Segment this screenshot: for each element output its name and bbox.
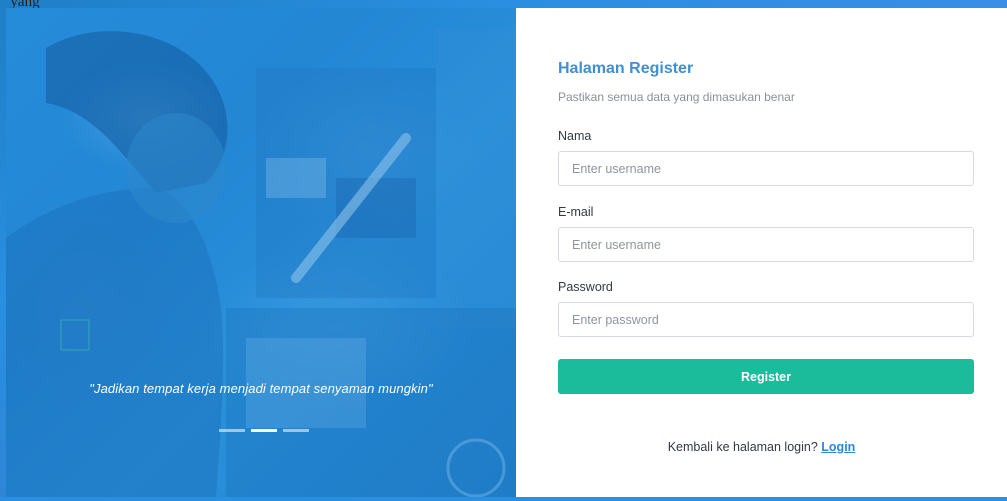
carousel-indicator-1[interactable] <box>219 429 245 432</box>
email-input[interactable] <box>558 227 974 262</box>
carousel-indicators <box>219 429 309 432</box>
carousel-indicator-2[interactable] <box>251 429 277 432</box>
password-input[interactable] <box>558 302 974 337</box>
name-label: Nama <box>558 129 592 143</box>
register-page: a yang "Jadikan tempat kerja menjadi tem… <box>0 0 1007 501</box>
carousel-indicator-3[interactable] <box>283 429 309 432</box>
login-prompt-text: Kembali ke halaman login? <box>667 440 822 454</box>
name-input[interactable] <box>558 151 974 186</box>
login-link[interactable]: Login <box>821 440 855 454</box>
email-label: E-mail <box>558 205 594 219</box>
hero-quote: "Jadikan tempat kerja menjadi tempat sen… <box>89 381 433 396</box>
form-subtitle: Pastikan semua data yang dimasukan benar <box>558 90 795 104</box>
hero-image-panel: "Jadikan tempat kerja menjadi tempat sen… <box>6 8 516 497</box>
register-form-panel: Halaman Register Pastikan semua data yan… <box>516 8 1007 497</box>
window-top-border <box>0 0 1007 8</box>
window-bottom-border <box>0 497 1007 501</box>
hero-color-overlay <box>6 8 516 497</box>
form-title: Halaman Register <box>558 60 694 77</box>
register-button[interactable]: Register <box>558 359 974 394</box>
login-prompt-line: Kembali ke halaman login? Login <box>516 440 1007 454</box>
password-label: Password <box>558 280 613 294</box>
